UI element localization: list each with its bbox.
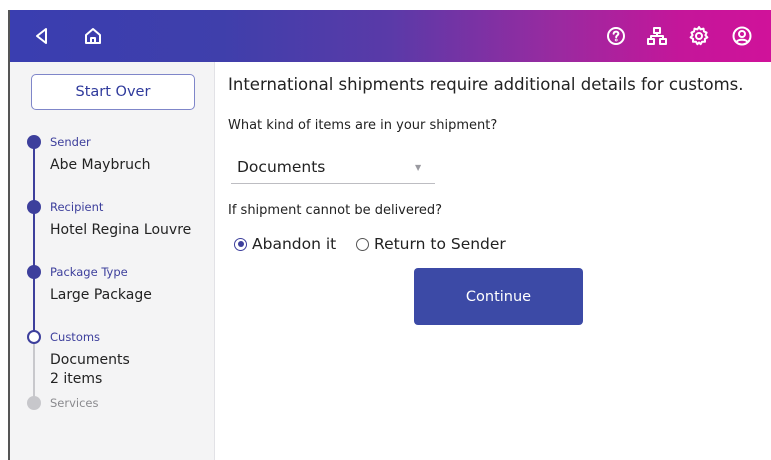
- help-icon[interactable]: [602, 22, 630, 50]
- home-icon[interactable]: [79, 22, 107, 50]
- items-type-select[interactable]: Documents ▼: [231, 150, 435, 184]
- top-bar: [10, 10, 771, 62]
- abandon-radio[interactable]: [234, 237, 247, 251]
- step-package-type-label[interactable]: Package Type: [50, 265, 128, 279]
- step-customs-dot: [27, 330, 41, 344]
- undeliverable-question: If shipment cannot be delivered?: [228, 203, 443, 218]
- step-package-type-dot: [27, 265, 41, 279]
- chevron-down-icon: ▼: [415, 163, 422, 172]
- step-sender-dot: [27, 135, 41, 149]
- progress-sidebar: Start Over Sender Abe Maybruch Recipient…: [10, 62, 215, 460]
- step-customs-item-count: 2 items: [50, 371, 103, 387]
- customs-panel: International shipments require addition…: [215, 62, 771, 460]
- step-recipient-value: Hotel Regina Louvre: [50, 222, 192, 238]
- continue-button[interactable]: Continue: [414, 268, 583, 325]
- return-to-sender-option[interactable]: Return to Sender: [356, 232, 506, 256]
- return-to-sender-radio[interactable]: [356, 237, 369, 251]
- account-icon[interactable]: [728, 22, 756, 50]
- step-services-label: Services: [50, 396, 99, 410]
- abandon-option-label[interactable]: Abandon it: [252, 235, 336, 253]
- back-icon[interactable]: [28, 22, 56, 50]
- step-customs-value: Documents: [50, 352, 130, 368]
- step-recipient-label[interactable]: Recipient: [50, 200, 103, 214]
- settings-icon[interactable]: [685, 22, 713, 50]
- abandon-option[interactable]: Abandon it: [234, 232, 336, 256]
- step-package-type-value: Large Package: [50, 287, 152, 303]
- radio-selected-dot: [237, 241, 244, 247]
- page-heading: International shipments require addition…: [228, 75, 744, 94]
- step-customs-label[interactable]: Customs: [50, 330, 100, 344]
- progress-line-remaining: [33, 337, 35, 401]
- items-question: What kind of items are in your shipment?: [228, 118, 498, 133]
- items-type-select-value: Documents: [237, 157, 326, 176]
- app-window: Start Over Sender Abe Maybruch Recipient…: [8, 10, 771, 460]
- network-icon[interactable]: [643, 22, 671, 50]
- start-over-button[interactable]: Start Over: [31, 74, 195, 110]
- return-to-sender-option-label[interactable]: Return to Sender: [374, 235, 506, 253]
- step-services-dot: [27, 396, 41, 410]
- step-recipient-dot: [27, 200, 41, 214]
- step-sender-value: Abe Maybruch: [50, 157, 151, 173]
- step-sender-label[interactable]: Sender: [50, 135, 91, 149]
